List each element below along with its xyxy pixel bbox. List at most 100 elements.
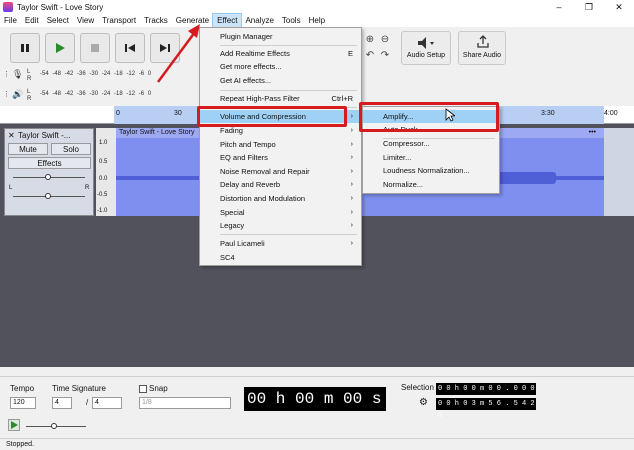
meter-channel-r: R [27, 96, 32, 102]
solo-button[interactable]: Solo [51, 143, 91, 155]
pause-button[interactable] [10, 33, 40, 63]
track-name[interactable]: Taylor Swift -... [18, 131, 70, 140]
menu-file[interactable]: File [0, 14, 21, 27]
ruler-tick: 3:30 [541, 110, 555, 117]
menu-item-loudness-normalization[interactable]: Loudness Normalization... [363, 164, 499, 177]
snap-checkbox[interactable] [139, 385, 147, 393]
playback-meter-scale: -54 -48 -42 -36 -30 -24 -18 -12 -6 0 [40, 91, 152, 97]
menu-item-legacy[interactable]: Legacy › [200, 219, 361, 232]
status-bar: Stopped. [0, 438, 634, 450]
annotation-box-amplify [359, 102, 499, 132]
pause-icon [21, 44, 29, 52]
selection-label: Selection [401, 383, 434, 392]
playback-meter[interactable]: ⋮ 🔊 L R -54 -48 -42 -36 -30 -24 -18 -12 … [0, 89, 200, 103]
menu-transport[interactable]: Transport [98, 14, 140, 27]
playback-speed-thumb[interactable] [51, 423, 57, 429]
mute-button[interactable]: Mute [8, 143, 48, 155]
share-audio-button[interactable]: Share Audio [458, 31, 506, 65]
audacity-window: Taylor Swift - Love Story – ❐ ✕ File Edi… [0, 0, 634, 450]
menu-item-special[interactable]: Special › [200, 206, 361, 219]
snap-label: Snap [149, 384, 168, 393]
ruler-tick: 30 [174, 110, 182, 117]
skip-start-button[interactable] [115, 33, 145, 63]
submenu-arrow-icon: › [350, 181, 353, 188]
pan-slider-thumb[interactable] [45, 193, 51, 199]
menu-item-pitch-and-tempo[interactable]: Pitch and Tempo › [200, 138, 361, 151]
speaker-icon[interactable]: 🔊 [12, 89, 23, 100]
gain-slider-thumb[interactable] [45, 174, 51, 180]
undo-icon[interactable]: ↶ [363, 49, 377, 63]
track-gutter [604, 128, 634, 216]
tempo-input[interactable]: 120 [10, 397, 36, 409]
meter-channel-l: L [27, 89, 31, 95]
effects-button[interactable]: Effects [8, 157, 91, 169]
minimize-icon[interactable]: – [544, 0, 574, 14]
pan-left-label: L [9, 185, 13, 191]
time-signature-separator: / [86, 398, 89, 407]
zoom-in-icon[interactable]: ⊕ [363, 33, 377, 47]
menu-item-add-realtime-effects[interactable]: Add Realtime Effects E [200, 47, 361, 60]
ruler-tick: 4:00 [604, 110, 618, 117]
microphone-icon[interactable]: 🎙 [12, 69, 23, 80]
stop-icon [91, 44, 99, 52]
menu-item-repeat-high-pass-filter[interactable]: Repeat High-Pass Filter Ctrl+R [200, 92, 361, 105]
menu-item-normalize[interactable]: Normalize... [363, 178, 499, 191]
menu-item-limiter[interactable]: Limiter... [363, 151, 499, 164]
play-button[interactable] [45, 33, 75, 63]
menu-item-delay-and-reverb[interactable]: Delay and Reverb › [200, 178, 361, 191]
close-icon[interactable]: ✕ [604, 0, 634, 14]
audio-setup-button[interactable]: Audio Setup [401, 31, 451, 65]
menu-help[interactable]: Help [305, 14, 329, 27]
annotation-arrow-icon [156, 24, 200, 83]
amplitude-scale: 1.0 0.5 0.0 -0.5 -1.0 [96, 128, 116, 216]
menu-item-plugin-manager[interactable]: Plugin Manager [200, 30, 361, 43]
menu-view[interactable]: View [73, 14, 98, 27]
menu-select[interactable]: Select [43, 14, 73, 27]
submenu-arrow-icon: › [350, 222, 353, 229]
time-display[interactable]: 00 h 00 m 00 s [244, 387, 386, 411]
annotation-box-volume-compression [197, 106, 347, 127]
pan-right-label: R [85, 185, 90, 191]
time-signature-denominator[interactable]: 4 [92, 397, 122, 409]
menu-item-get-ai-effects[interactable]: Get AI effects... [200, 74, 361, 87]
menu-item-compressor[interactable]: Compressor... [363, 137, 499, 150]
play-at-speed-button[interactable] [8, 419, 20, 431]
submenu-arrow-icon: › [350, 127, 353, 134]
grip-icon: ⋮ [3, 91, 10, 98]
selection-start-time[interactable]: 0 0 h 0 0 m 0 0 . 0 0 0 s [436, 383, 536, 405]
submenu-arrow-icon: › [350, 113, 353, 120]
scale-label: 0.0 [99, 176, 108, 182]
menu-item-get-more-effects[interactable]: Get more effects... [200, 60, 361, 73]
selection-end-time[interactable]: 0 0 h 0 3 m 5 6 . 5 4 2 s [436, 398, 536, 420]
submenu-arrow-icon: › [350, 195, 353, 202]
scale-label: -1.0 [97, 208, 108, 214]
gear-icon[interactable]: ⚙ [419, 397, 428, 408]
snap-select[interactable]: 1/8 [139, 397, 231, 409]
meter-channel-r: R [27, 76, 32, 82]
audio-setup-label: Audio Setup [406, 52, 446, 59]
close-track-icon[interactable]: ✕ [8, 131, 15, 140]
title-bar: Taylor Swift - Love Story – ❐ ✕ [0, 0, 634, 14]
submenu-arrow-icon: › [350, 154, 353, 161]
scale-label: 1.0 [99, 140, 108, 146]
zoom-out-icon[interactable]: ⊖ [378, 33, 392, 47]
stop-button[interactable] [80, 33, 110, 63]
menu-effect[interactable]: Effect [212, 13, 243, 28]
track-control-panel: ✕ Taylor Swift -... Mute Solo Effects L … [4, 128, 94, 216]
redo-icon[interactable]: ↷ [378, 49, 392, 63]
menu-item-distortion-and-modulation[interactable]: Distortion and Modulation › [200, 192, 361, 205]
play-icon [11, 421, 18, 429]
time-signature-numerator[interactable]: 4 [52, 397, 72, 409]
menu-analyze[interactable]: Analyze [241, 14, 277, 27]
clip-menu-icon[interactable]: ••• [589, 128, 596, 138]
grip-icon: ⋮ [3, 71, 10, 78]
menu-item-paul-licameli[interactable]: Paul Licameli › [200, 237, 361, 250]
menu-item-sc4[interactable]: SC4 [200, 251, 361, 264]
menu-item-noise-removal-and-repair[interactable]: Noise Removal and Repair › [200, 165, 361, 178]
menu-item-eq-and-filters[interactable]: EQ and Filters › [200, 151, 361, 164]
share-audio-label: Share Audio [462, 52, 502, 59]
menu-tools[interactable]: Tools [278, 14, 305, 27]
menu-bar: File Edit Select View Transport Tracks G… [0, 13, 634, 28]
maximize-icon[interactable]: ❐ [574, 0, 604, 14]
menu-edit[interactable]: Edit [21, 14, 43, 27]
